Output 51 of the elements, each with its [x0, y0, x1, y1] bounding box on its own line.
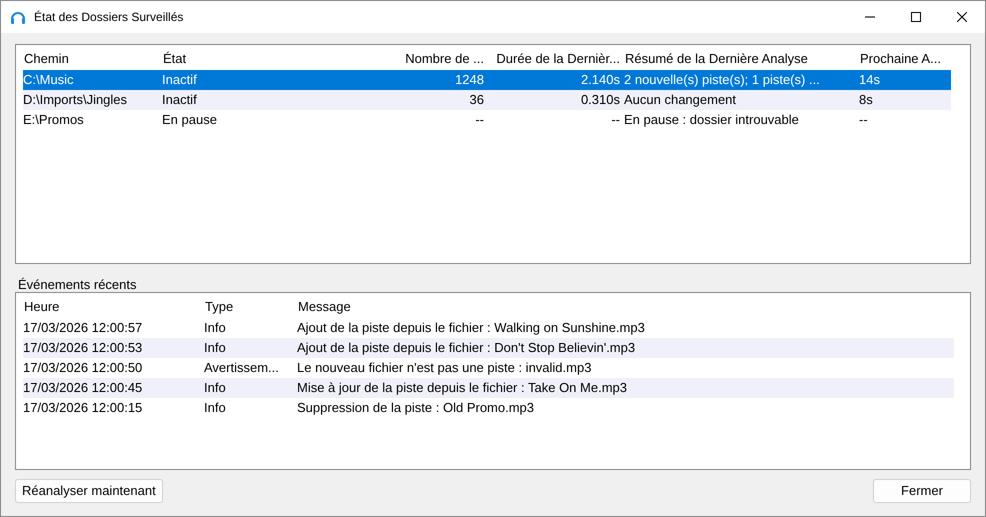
table-cell-text: Info — [204, 319, 227, 338]
table-cell-text: Inactif — [162, 91, 198, 110]
list-row[interactable]: D:\Imports\Jingles Inactif 36 0.310s Aucun changement 8s — [23, 90, 951, 110]
table-cell-text: -- — [859, 111, 869, 130]
table-cell-text: Avertissem... — [204, 359, 280, 378]
table-cell-text: 17/03/2026 12:00:50 — [23, 359, 144, 378]
column-header[interactable]: Nombre de ... — [392, 49, 488, 69]
column-header[interactable]: Durée de la Dernièr... — [488, 49, 624, 69]
table-cell-text: Inactif — [162, 71, 198, 90]
table-cell-text: Info — [204, 379, 227, 398]
list-row[interactable]: C:\Music Inactif 1248 2.140s 2 nouvelle(s) piste(s); 1 piste(s) ... 14s — [23, 70, 951, 90]
table-cell-text: 17/03/2026 12:00:57 — [23, 319, 144, 338]
table-cell-text: 0.310s — [580, 91, 621, 110]
table-cell-text: 36 — [468, 91, 485, 110]
table-cell-text: Suppression de la piste : Old Promo.mp3 — [297, 399, 536, 418]
section-label: Événements récents — [18, 276, 138, 292]
table-cell-text: -- — [610, 111, 621, 130]
table-cell-text: Info — [204, 339, 227, 358]
table-cell-text: 2 nouvelle(s) piste(s); 1 piste(s) ... — [624, 71, 821, 90]
table-cell-text: E:\Promos — [23, 111, 85, 130]
table-cell-text: Le nouveau fichier n'est pas une piste : invalid.mp3 — [297, 359, 592, 378]
table-cell-text: En pause — [162, 111, 218, 130]
column-header[interactable]: Heure — [23, 297, 204, 317]
table-cell-text: 8s — [859, 91, 874, 110]
table-cell-text: Aucun changement — [624, 91, 738, 110]
column-header[interactable]: Chemin — [23, 49, 162, 69]
rescan-button[interactable]: Réanalyser maintenant — [15, 479, 163, 503]
column-header[interactable]: État — [162, 49, 392, 69]
table-cell-text: 1248 — [454, 71, 485, 90]
table-cell-text: Ajout de la piste depuis le fichier : Walking on Sunshine.mp3 — [297, 319, 646, 338]
close-button[interactable]: Fermer — [873, 479, 971, 503]
table-cell-text: 2.140s — [580, 71, 621, 90]
table-cell-text: 14s — [859, 71, 881, 90]
table-cell-text: 17/03/2026 12:00:53 — [23, 339, 144, 358]
list-view[interactable] — [15, 292, 971, 470]
table-cell-text: -- — [474, 111, 485, 130]
table-cell-text: En pause : dossier introuvable — [624, 111, 800, 130]
column-header[interactable]: Résumé de la Dernière Analyse — [624, 49, 859, 69]
column-header[interactable]: Message — [297, 297, 954, 317]
table-cell-text: Ajout de la piste depuis le fichier : Don't Stop Believin'.mp3 — [297, 339, 636, 358]
column-header[interactable]: Prochaine A... — [859, 49, 951, 69]
window-title: État des Dossiers Surveillés — [34, 9, 184, 26]
table-cell-text: Mise à jour de la piste depuis le fichier : Take On Me.mp3 — [297, 379, 628, 398]
column-header[interactable]: Type — [204, 297, 297, 317]
table-cell-text: C:\Music — [23, 71, 75, 90]
list-row[interactable]: 17/03/2026 12:00:53 Info Ajout de la piste depuis le fichier : Don't Stop Believin'.mp3 — [23, 338, 954, 358]
table-cell-text: 17/03/2026 12:00:15 — [23, 399, 144, 418]
table-cell-text: Info — [204, 399, 227, 418]
table-cell-text: 17/03/2026 12:00:45 — [23, 379, 144, 398]
table-cell-text: D:\Imports\Jingles — [23, 91, 128, 110]
list-row[interactable]: 17/03/2026 12:00:45 Info Mise à jour de la piste depuis le fichier : Take On Me.mp3 — [23, 378, 954, 398]
